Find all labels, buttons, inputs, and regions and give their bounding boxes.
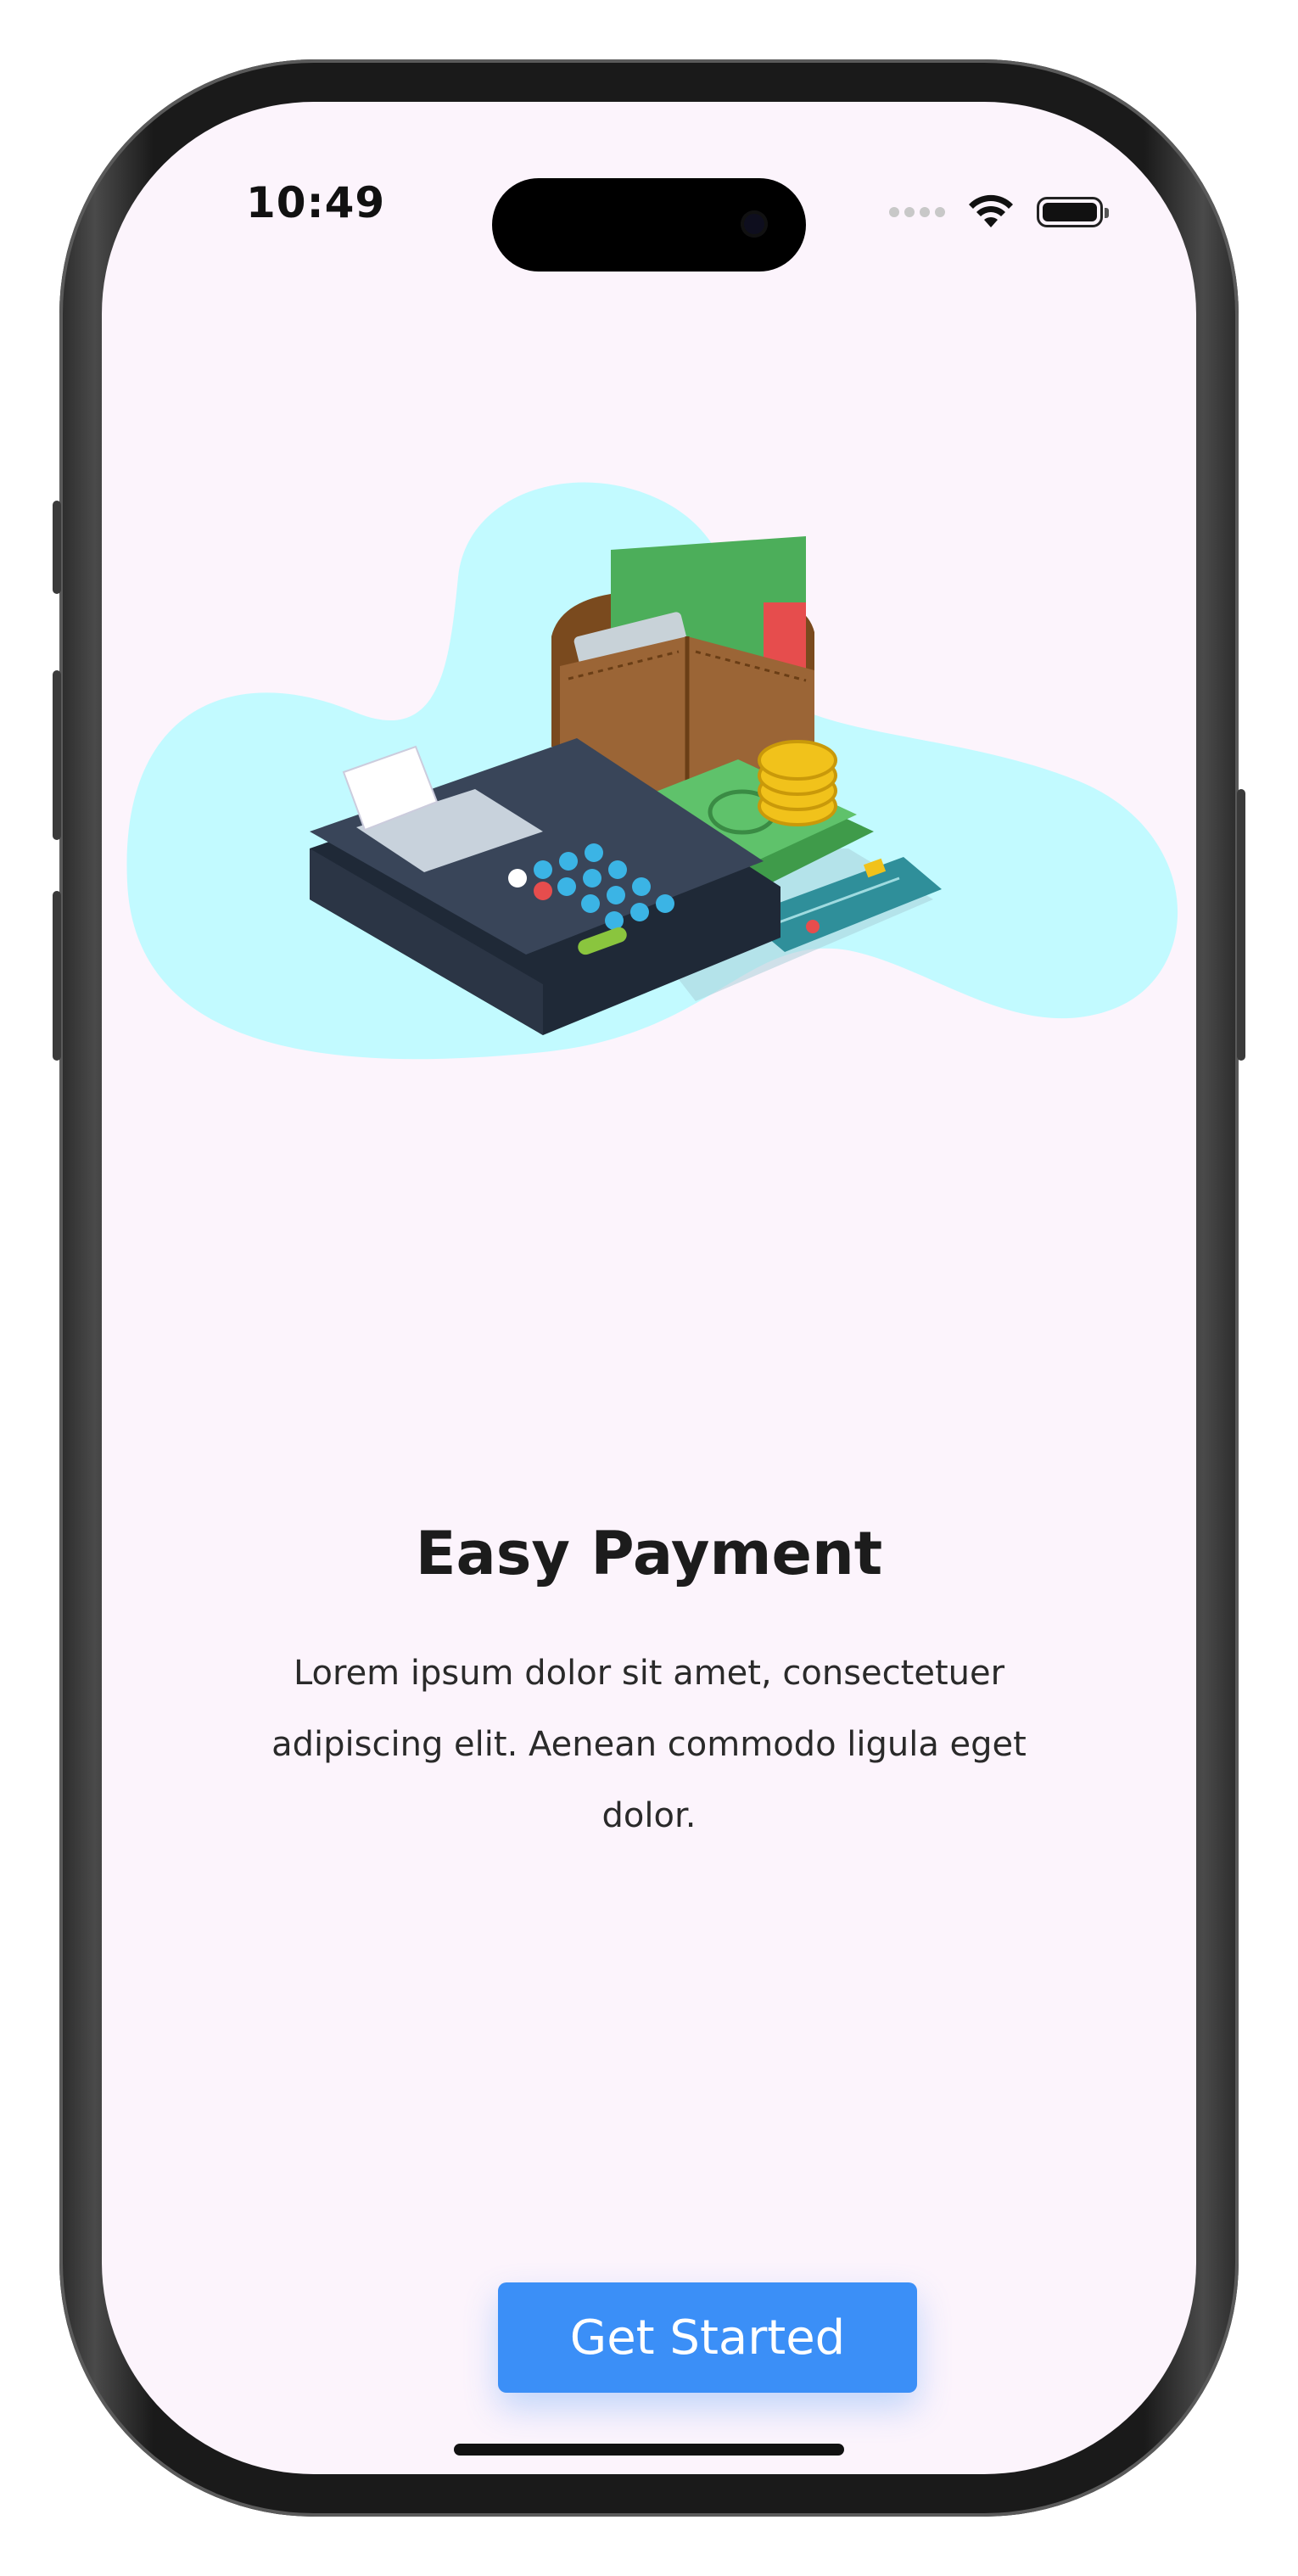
battery-icon [1037, 197, 1109, 227]
get-started-button[interactable]: Get Started [498, 2282, 917, 2393]
status-time: 10:49 [246, 178, 386, 227]
app-screen: 10:49 Easy Payment Lorem ipsum dolor sit… [102, 102, 1196, 2474]
wifi-icon [969, 194, 1013, 227]
mute-switch [53, 501, 61, 594]
phone-frame: 10:49 Easy Payment Lorem ipsum dolor sit… [53, 59, 1245, 2517]
onboarding-title: Easy Payment [415, 1519, 883, 1588]
status-icons [889, 187, 1109, 238]
dynamic-island [492, 178, 806, 272]
onboarding-description: Lorem ipsum dolor sit amet, consectetuer… [271, 1654, 1027, 1835]
volume-up-button [53, 670, 61, 840]
home-indicator[interactable] [454, 2444, 844, 2456]
power-button [1237, 789, 1245, 1061]
payment-illustration [126, 482, 1178, 1060]
volume-down-button [53, 891, 61, 1061]
camera-icon [741, 210, 768, 238]
cellular-dots-icon [889, 207, 945, 217]
